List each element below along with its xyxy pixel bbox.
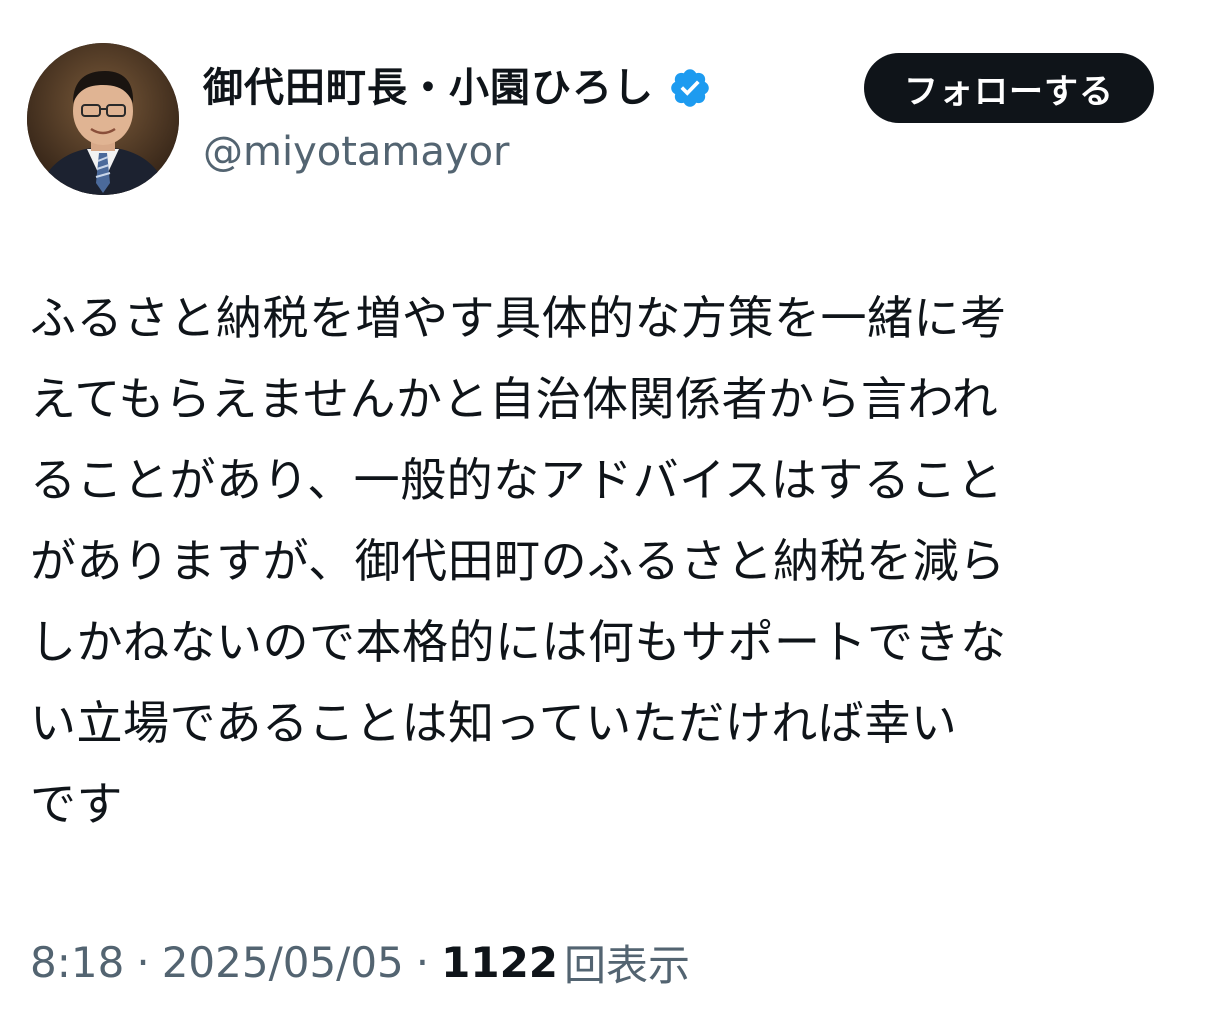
views-count[interactable]: 1122 bbox=[441, 938, 558, 987]
separator: · bbox=[415, 937, 430, 987]
views-label[interactable]: 回表示 bbox=[564, 932, 690, 993]
display-name[interactable]: 御代田町長・小園ひろし bbox=[203, 58, 654, 118]
separator: · bbox=[136, 937, 150, 987]
follow-button[interactable]: フォローする bbox=[864, 53, 1154, 123]
avatar[interactable] bbox=[27, 43, 179, 195]
tweet-date[interactable]: 2025/05/05 bbox=[162, 938, 404, 987]
tweet-time[interactable]: 8:18 bbox=[30, 938, 124, 987]
user-handle[interactable]: @miyotamayor bbox=[203, 124, 509, 180]
author-name-row: 御代田町長・小園ひろし bbox=[203, 58, 712, 118]
verified-badge-icon[interactable] bbox=[668, 66, 712, 110]
tweet-text: ふるさと納税を増やす具体的な方策を一緒に考 えてもらえませんかと自治体関係者から… bbox=[30, 291, 1007, 831]
tweet-metadata: 8:18 · 2025/05/05 · 1122 回表示 bbox=[30, 930, 690, 994]
avatar-image bbox=[27, 43, 179, 195]
